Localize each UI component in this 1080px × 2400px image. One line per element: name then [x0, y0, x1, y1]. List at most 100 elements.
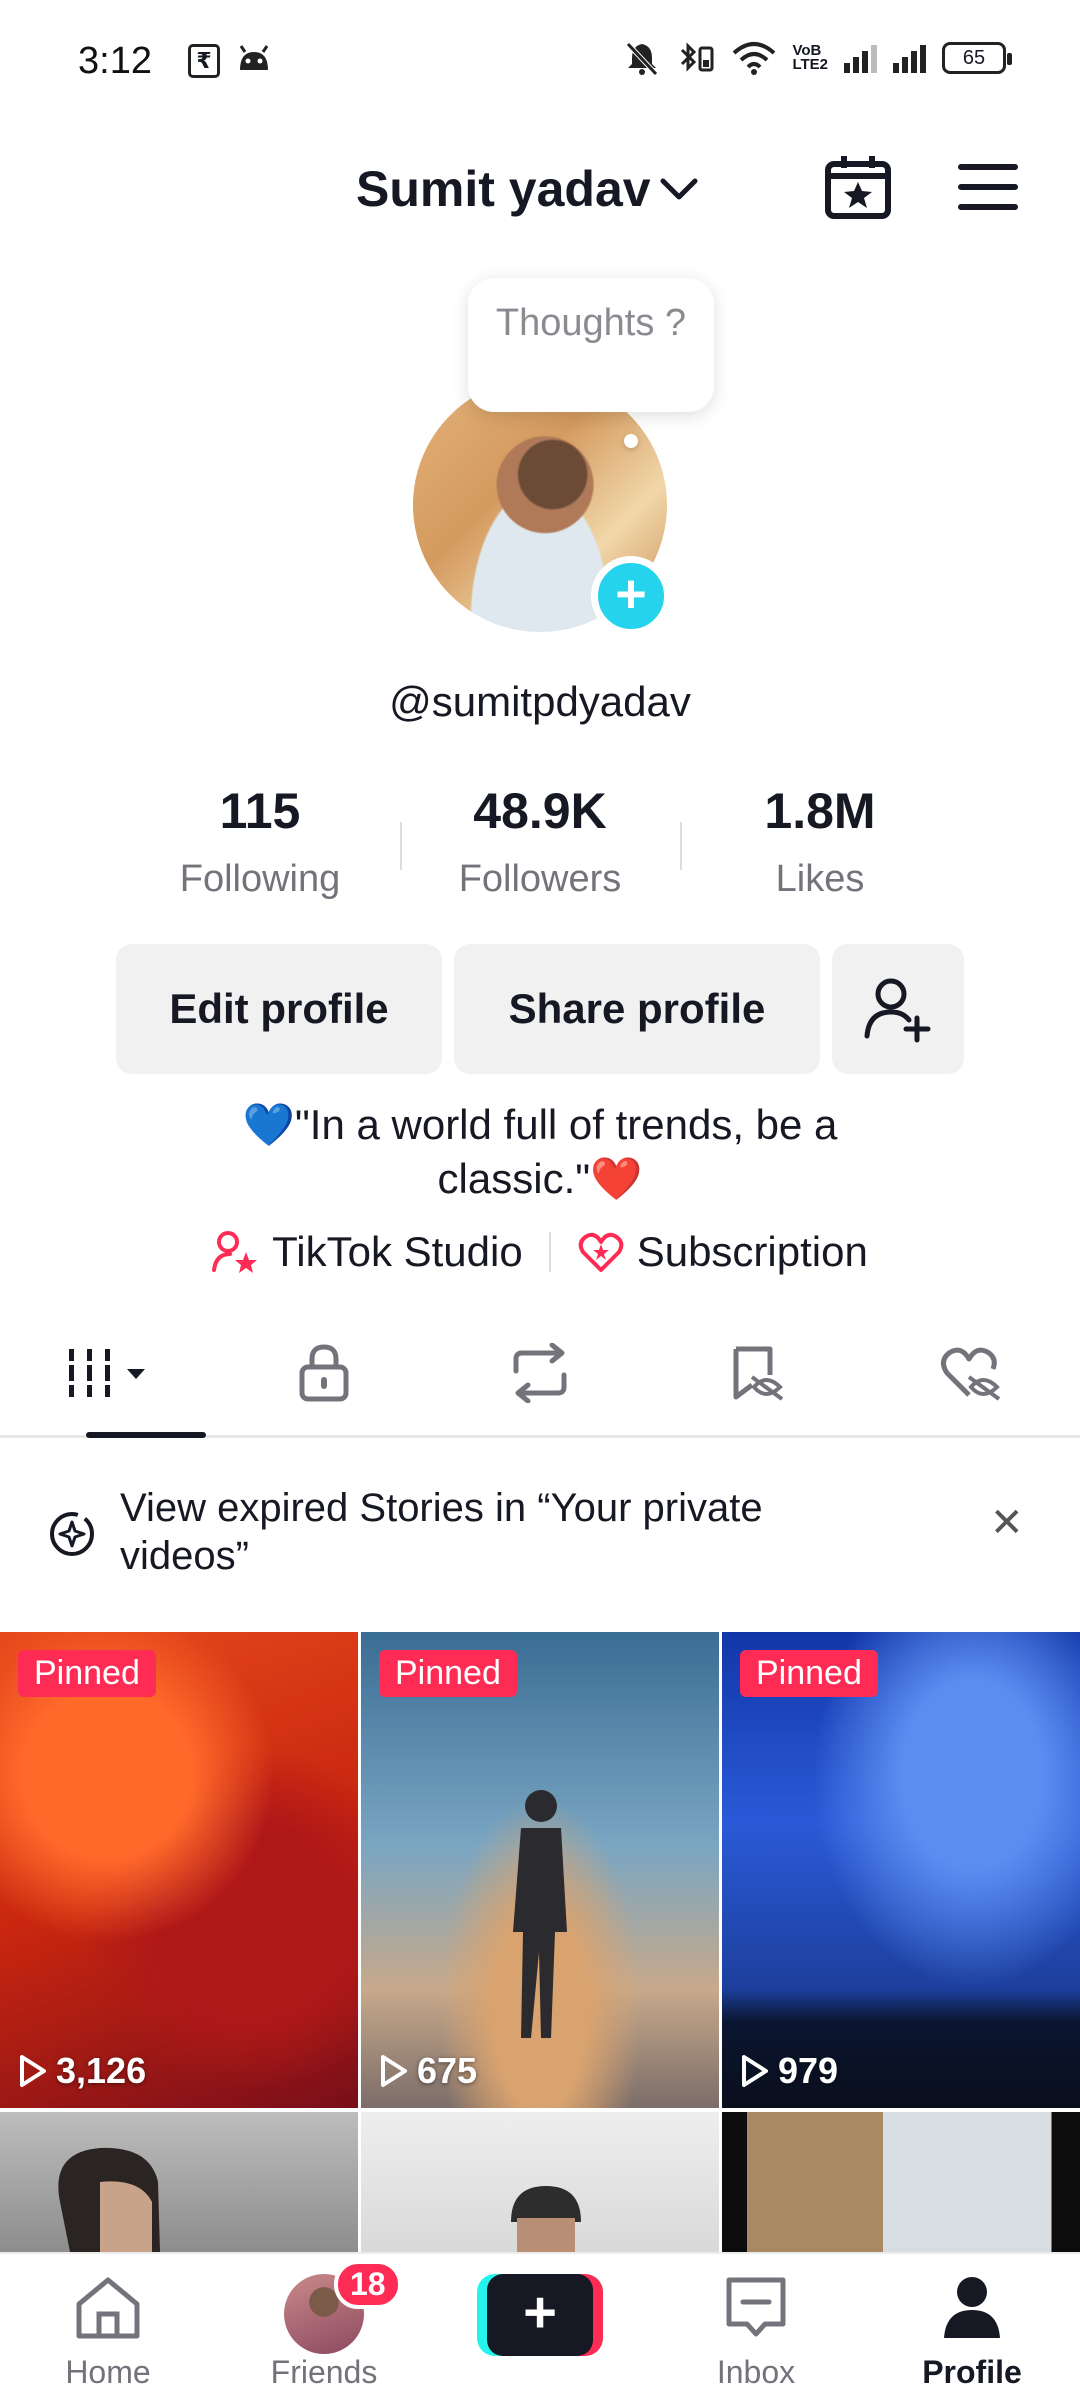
bottom-navigation: Home 18 Friends + Inbox Profile — [0, 2252, 1080, 2400]
bluetooth-battery-icon — [681, 42, 714, 72]
notification-badge: 18 — [334, 2260, 402, 2309]
tab-reposts[interactable] — [432, 1310, 648, 1435]
signal-icon-2 — [893, 43, 926, 73]
view-count: 979 — [740, 2050, 838, 2092]
view-count: 3,126 — [18, 2050, 146, 2092]
home-icon — [76, 2277, 140, 2339]
bio-line: classic."❤️ — [437, 1155, 643, 1202]
plus-icon: + — [487, 2274, 593, 2356]
inbox-icon — [726, 2277, 786, 2337]
profile-handle: @sumitpdyadav — [389, 678, 691, 725]
profile-avatar[interactable]: + — [413, 378, 671, 636]
pinned-badge: Pinned — [379, 1650, 517, 1697]
subscription-label: Subscription — [636, 1228, 868, 1275]
add-story-button[interactable]: + — [591, 556, 671, 636]
repost-icon — [513, 1342, 567, 1403]
nav-profile[interactable]: Profile — [864, 2254, 1080, 2400]
video-thumbnail[interactable] — [722, 2112, 1080, 2252]
view-count: 675 — [379, 2050, 477, 2092]
pinned-badge: Pinned — [18, 1650, 156, 1697]
account-switcher[interactable]: Sumit yadav — [356, 160, 699, 218]
tab-liked[interactable] — [864, 1310, 1080, 1435]
wifi-icon — [733, 42, 776, 75]
play-icon — [742, 2055, 768, 2087]
studio-label: TikTok Studio — [272, 1228, 523, 1275]
share-profile-button[interactable]: Share profile — [454, 944, 820, 1074]
grid-dropdown-icon — [65, 1348, 145, 1397]
stat-label: Likes — [775, 858, 865, 900]
nav-label: Profile — [922, 2354, 1022, 2390]
add-user-icon — [864, 978, 931, 1043]
stat-following[interactable]: 115 Following — [120, 782, 400, 902]
banner-text: View expired Stories in “Your private vi… — [120, 1486, 763, 1578]
expired-stories-banner[interactable]: View expired Stories in “Your private vi… — [0, 1470, 1080, 1600]
video-thumbnail[interactable] — [361, 2112, 719, 2252]
video-thumbnail[interactable] — [0, 2112, 358, 2252]
thoughts-bubble[interactable]: Thoughts ? — [468, 278, 714, 412]
stat-label: Following — [179, 858, 341, 900]
video-thumbnail[interactable]: Pinned 979 — [722, 1632, 1080, 2108]
tab-videos[interactable] — [0, 1310, 216, 1438]
stat-followers[interactable]: 48.9K Followers — [400, 782, 680, 902]
create-button[interactable]: + — [477, 2274, 603, 2356]
pinned-badge: Pinned — [740, 1650, 878, 1697]
person-head-thumbnail — [58, 2147, 160, 2252]
person-head-thumbnail — [511, 2186, 581, 2252]
nav-label: Friends — [270, 2354, 378, 2390]
bookmark-hidden-icon — [733, 1346, 784, 1401]
nav-home[interactable]: Home — [0, 2254, 216, 2400]
tab-private[interactable] — [216, 1310, 432, 1435]
bio-line: 💙"In a world full of trends, be a — [242, 1101, 838, 1148]
content-tabs — [0, 1310, 1080, 1438]
stat-divider — [400, 822, 402, 870]
hamburger-line — [958, 184, 1018, 190]
nav-friends[interactable]: 18 Friends — [216, 2254, 432, 2400]
stat-divider — [680, 822, 682, 870]
nav-create[interactable]: + — [432, 2254, 648, 2400]
calendar-star-icon[interactable] — [824, 154, 892, 220]
subscription-link[interactable]: Subscription — [577, 1228, 868, 1276]
status-bar: 3:12 ₹ VoB LTE2 65 — [0, 0, 1080, 120]
profile-links: TikTok Studio Subscription — [0, 1228, 1080, 1276]
stat-value: 48.9K — [473, 783, 607, 839]
profile-stats: 115 Following 48.9K Followers 1.8M Likes — [120, 782, 960, 902]
tiktok-studio-link[interactable]: TikTok Studio — [212, 1228, 523, 1276]
nav-label: Inbox — [716, 2354, 796, 2390]
android-icon — [239, 45, 269, 70]
studio-user-star-icon — [212, 1231, 258, 1273]
profile-icon — [944, 2277, 1000, 2338]
battery-icon: 65 — [942, 42, 1012, 74]
play-icon — [381, 2055, 407, 2087]
nav-inbox[interactable]: Inbox — [648, 2254, 864, 2400]
view-count-value: 3,126 — [56, 2050, 147, 2091]
video-thumbnail[interactable]: Pinned 675 — [361, 1632, 719, 2108]
stat-likes[interactable]: 1.8M Likes — [680, 782, 960, 902]
lock-icon — [299, 1343, 349, 1401]
edit-profile-button[interactable]: Edit profile — [116, 944, 442, 1074]
status-time: 3:12 — [78, 40, 152, 82]
profile-header: Sumit yadav — [0, 150, 1080, 230]
mute-bell-icon — [626, 42, 659, 76]
profile-bio: 💙"In a world full of trends, be a classi… — [140, 1098, 940, 1206]
volte-indicator: VoB LTE2 — [792, 42, 828, 73]
tab-favorites[interactable] — [648, 1310, 864, 1435]
chevron-down-icon — [660, 178, 698, 200]
video-grid: Pinned 3,126 Pinned 675 Pinned 979 — [0, 1632, 1080, 2252]
play-icon — [20, 2055, 46, 2087]
close-icon[interactable]: ✕ — [990, 1500, 1024, 1546]
view-count-value: 675 — [417, 2050, 478, 2091]
rupee-icon: ₹ — [188, 44, 220, 78]
nav-label: Home — [65, 2354, 151, 2390]
video-thumbnail[interactable]: Pinned 3,126 — [0, 1632, 358, 2108]
add-friend-button[interactable] — [832, 944, 964, 1074]
menu-button[interactable] — [958, 164, 1018, 210]
story-sparkle-icon — [50, 1512, 94, 1556]
view-count-value: 979 — [778, 2050, 839, 2091]
stat-value: 115 — [219, 783, 301, 839]
subscription-heart-icon — [578, 1232, 623, 1272]
signal-icon — [844, 43, 877, 73]
heart-hidden-icon — [941, 1347, 1001, 1401]
stat-value: 1.8M — [764, 783, 876, 839]
account-name: Sumit yadav — [356, 161, 651, 217]
hamburger-line — [958, 164, 1018, 170]
